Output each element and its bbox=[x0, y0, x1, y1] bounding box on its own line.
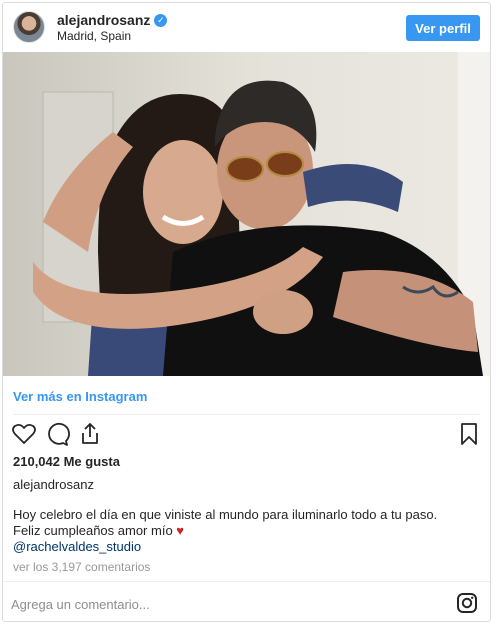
mention-link[interactable]: @rachelvaldes_studio bbox=[13, 539, 483, 555]
username[interactable]: alejandrosanz bbox=[57, 12, 150, 28]
action-bar bbox=[3, 418, 490, 452]
comment-icon[interactable] bbox=[44, 421, 70, 447]
share-icon[interactable] bbox=[77, 421, 103, 447]
likes-count[interactable]: 210,042 Me gusta bbox=[13, 454, 120, 469]
instagram-icon[interactable] bbox=[456, 592, 478, 614]
post-header: alejandrosanz ✓ Madrid, Spain Ver perfil bbox=[3, 3, 490, 51]
view-comments-link[interactable]: ver los 3,197 comentarios bbox=[13, 560, 150, 574]
bookmark-icon[interactable] bbox=[456, 421, 482, 447]
post-photo[interactable] bbox=[3, 52, 490, 376]
divider bbox=[3, 581, 490, 582]
verified-icon: ✓ bbox=[154, 13, 168, 27]
view-more-section: Ver más en Instagram bbox=[3, 376, 490, 414]
photo-image bbox=[3, 52, 490, 376]
avatar[interactable] bbox=[13, 11, 45, 43]
caption-line-2: Feliz cumpleaños amor mío bbox=[13, 523, 173, 538]
caption-line: Hoy celebro el día en que viniste al mun… bbox=[13, 507, 438, 522]
user-row: alejandrosanz ✓ bbox=[57, 12, 168, 28]
location[interactable]: Madrid, Spain bbox=[57, 29, 131, 43]
caption-author[interactable]: alejandrosanz bbox=[13, 477, 94, 492]
view-profile-button[interactable]: Ver perfil bbox=[406, 15, 480, 41]
comment-input[interactable] bbox=[11, 591, 441, 617]
divider bbox=[13, 414, 480, 415]
heart-emoji-icon: ♥ bbox=[176, 523, 185, 538]
instagram-embed-card: alejandrosanz ✓ Madrid, Spain Ver perfil bbox=[2, 2, 491, 622]
view-more-link[interactable]: Ver más en Instagram bbox=[13, 389, 147, 404]
caption-text: Hoy celebro el día en que viniste al mun… bbox=[13, 507, 483, 555]
caption-line: Feliz cumpleaños amor mío ♥ bbox=[13, 523, 483, 539]
heart-icon[interactable] bbox=[11, 421, 37, 447]
